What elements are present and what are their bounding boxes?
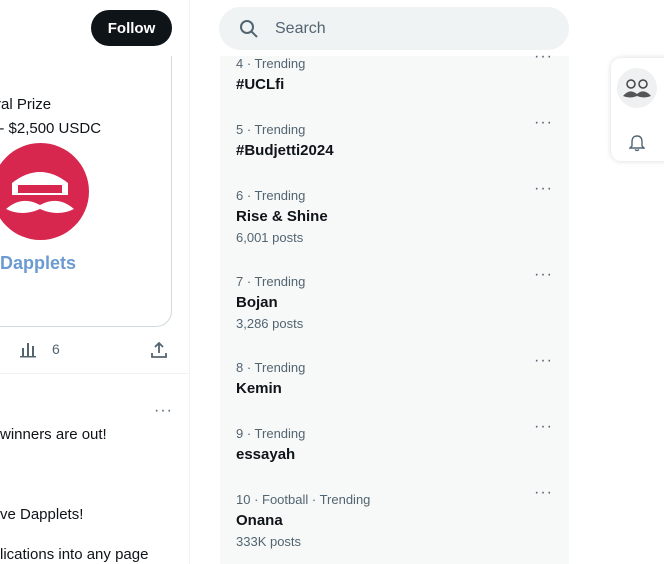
post-stats[interactable]: 6: [20, 340, 60, 358]
extension-side-panel: [611, 58, 664, 161]
trend-post-count: 333K posts: [236, 534, 302, 549]
trend-meta: 7 · Trending: [236, 274, 306, 289]
search-bar[interactable]: [219, 7, 569, 50]
mustache-icon: [623, 79, 651, 98]
trend-more-button[interactable]: ···: [534, 352, 553, 370]
trend-meta: 9 · Trending: [236, 426, 306, 441]
analytics-icon[interactable]: [20, 340, 38, 358]
trend-name: Kemin: [236, 380, 282, 397]
trend-more-button[interactable]: ···: [534, 418, 553, 436]
trend-meta: 5 · Trending: [236, 122, 306, 137]
timeline-column: Follow eneral Prize ace - $2,500 USDC Da…: [0, 0, 190, 564]
trend-more-button[interactable]: ···: [534, 48, 553, 66]
search-icon: [240, 19, 258, 38]
post-text-line: winners are out!: [0, 426, 107, 443]
mustache-icon: [6, 172, 74, 213]
share-icon[interactable]: [150, 341, 168, 359]
post-more-button[interactable]: ···: [154, 402, 173, 420]
trend-more-button[interactable]: ···: [534, 266, 553, 284]
trend-meta: 4 · Trending: [236, 56, 306, 71]
trend-more-button[interactable]: ···: [534, 180, 553, 198]
post-divider: [0, 373, 189, 374]
trend-meta: 10 · Football · Trending: [236, 492, 371, 507]
dapplets-logo: [0, 143, 89, 240]
post-text-line: lications into any page: [0, 546, 149, 563]
bell-icon[interactable]: [629, 134, 645, 152]
trend-post-count: 3,286 posts: [236, 316, 304, 331]
trend-more-button[interactable]: ···: [534, 484, 553, 502]
trend-name: essayah: [236, 446, 296, 463]
trend-name: #UCLfi: [236, 76, 285, 93]
trend-name: #Budjetti2024: [236, 142, 334, 159]
card-title-line: eneral Prize: [0, 96, 52, 113]
trend-name: Rise & Shine: [236, 208, 328, 225]
search-input[interactable]: [273, 18, 537, 39]
post-text-line: ve Dapplets!: [0, 506, 84, 523]
follow-button[interactable]: Follow: [91, 10, 172, 46]
extension-avatar[interactable]: [617, 68, 657, 108]
views-count: 6: [52, 341, 60, 357]
trends-panel: 4 · Trending #UCLfi ··· 5 · Trending #Bu…: [220, 48, 569, 564]
trend-name: Onana: [236, 512, 283, 529]
trend-post-count: 6,001 posts: [236, 230, 304, 245]
trend-more-button[interactable]: ···: [534, 114, 553, 132]
logo-wordmark: Dapplets: [0, 253, 77, 273]
trend-meta: 6 · Trending: [236, 188, 306, 203]
trend-name: Bojan: [236, 294, 278, 311]
trend-meta: 8 · Trending: [236, 360, 306, 375]
card-prize-line: ace - $2,500 USDC: [0, 120, 102, 137]
